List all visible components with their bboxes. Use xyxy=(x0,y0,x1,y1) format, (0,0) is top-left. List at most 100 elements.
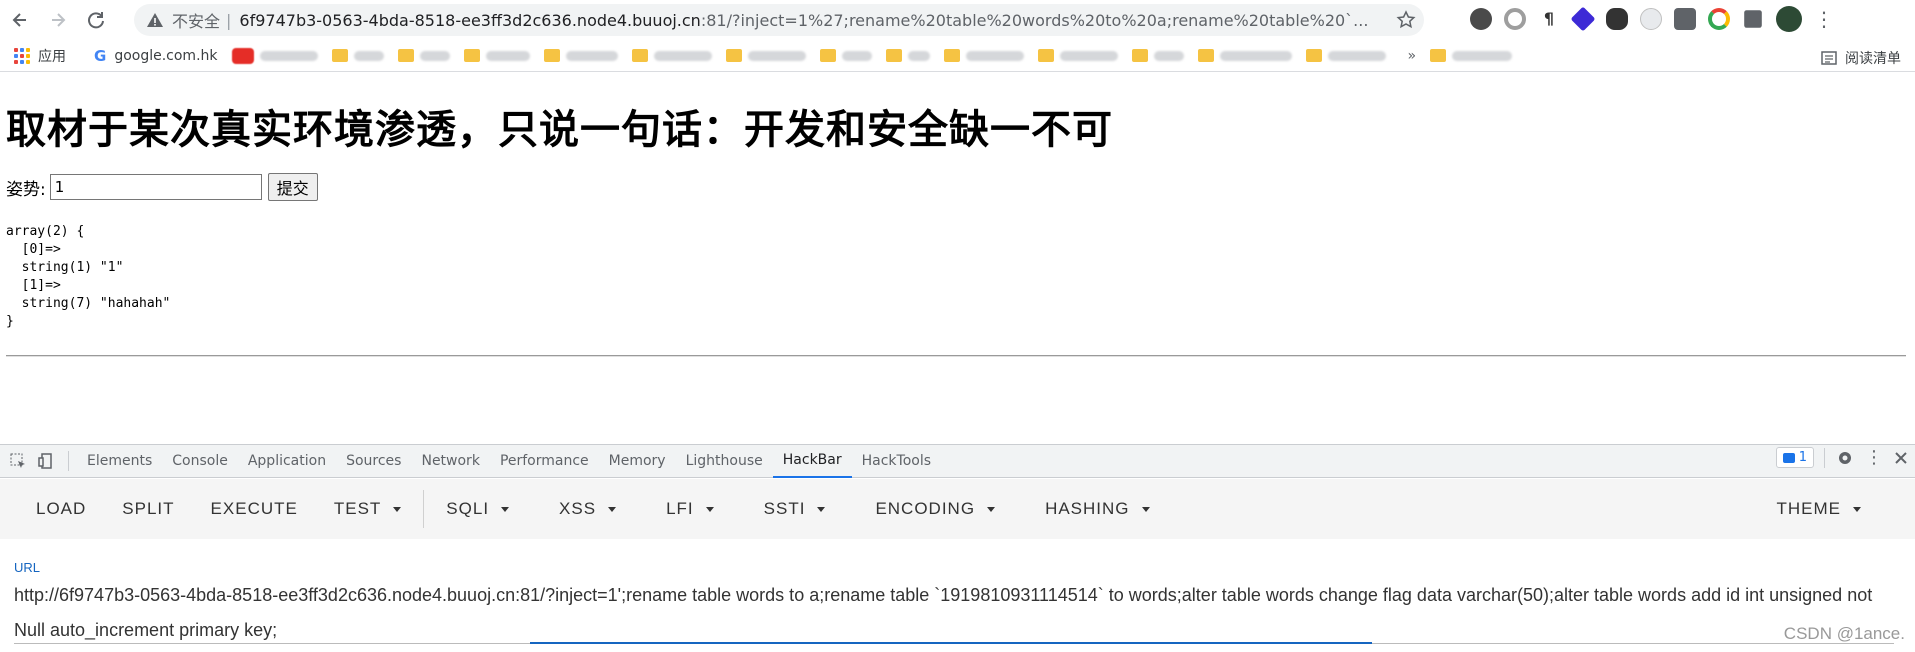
security-label[interactable]: 不安全 xyxy=(172,8,220,32)
blurred-label xyxy=(1153,50,1184,61)
url-path: :81/?inject=1%27;rename%20table%20words%… xyxy=(700,10,1369,30)
bookmark-folder[interactable] xyxy=(397,49,450,62)
lfi-dropdown[interactable]: LFI xyxy=(648,489,732,529)
xss-dropdown[interactable]: XSS xyxy=(541,489,634,529)
tab-memory[interactable]: Memory xyxy=(599,445,676,478)
caret-down-icon xyxy=(817,506,826,512)
bookmark-apps[interactable]: 应用 xyxy=(14,46,66,66)
sqli-dropdown[interactable]: SQLI xyxy=(428,489,527,529)
bookmark-folder[interactable] xyxy=(1037,49,1118,62)
split-button[interactable]: SPLIT xyxy=(104,489,192,529)
bookmark-folder-other[interactable] xyxy=(1430,49,1513,62)
blurred-label xyxy=(259,50,318,61)
tab-application[interactable]: Application xyxy=(238,445,336,478)
address-bar[interactable]: 不安全 | 6f9747b3-0563-4bda-8518-ee3ff3d2c6… xyxy=(134,4,1424,36)
bookmark-folder[interactable] xyxy=(885,49,930,62)
blurred-label xyxy=(1452,50,1513,61)
back-button[interactable] xyxy=(2,2,38,38)
extensions-puzzle-icon[interactable] xyxy=(1744,10,1762,28)
tab-performance[interactable]: Performance xyxy=(490,445,599,478)
bookmark-folder[interactable] xyxy=(1197,49,1292,62)
bookmark-folder[interactable] xyxy=(631,49,712,62)
theme-dropdown[interactable]: THEME xyxy=(1759,489,1880,529)
bookmark-folder[interactable] xyxy=(543,49,618,62)
tab-network[interactable]: Network xyxy=(411,445,489,478)
blurred-label xyxy=(1059,50,1118,61)
warning-triangle-icon xyxy=(147,13,163,27)
bookmark-blurred[interactable] xyxy=(231,47,318,64)
tab-hackbar[interactable]: HackBar xyxy=(772,445,852,478)
encoding-dropdown[interactable]: ENCODING xyxy=(857,489,1013,529)
folder-icon xyxy=(331,49,348,62)
device-toolbar-icon[interactable] xyxy=(32,447,60,475)
execute-label: EXECUTE xyxy=(210,499,298,518)
youtube-icon xyxy=(231,47,254,64)
tab-lighthouse[interactable]: Lighthouse xyxy=(676,445,773,478)
folder-icon xyxy=(397,49,414,62)
extension-window-icon[interactable] xyxy=(1674,8,1696,30)
bookmark-folder[interactable] xyxy=(463,49,530,62)
bookmark-folder[interactable] xyxy=(819,49,872,62)
bookmark-google[interactable]: G google.com.hk xyxy=(94,47,218,65)
form-label: 姿势: xyxy=(6,179,46,200)
reload-button[interactable] xyxy=(78,2,114,38)
browser-menu-icon[interactable]: ⋮ xyxy=(1814,9,1834,29)
blurred-label xyxy=(747,50,806,61)
divider xyxy=(423,490,425,528)
blurred-label xyxy=(1219,50,1292,61)
inject-form: 姿势: 提交 xyxy=(6,173,318,201)
folder-icon xyxy=(543,49,560,62)
bookmark-folder[interactable] xyxy=(1305,49,1386,62)
forward-button[interactable] xyxy=(40,2,76,38)
extension-hat-icon[interactable] xyxy=(1606,8,1628,30)
extension-paragraph-icon[interactable]: ¶ xyxy=(1538,8,1560,30)
close-devtools-icon[interactable] xyxy=(1893,450,1909,466)
extension-gear-icon[interactable] xyxy=(1470,8,1492,30)
inspect-element-icon[interactable] xyxy=(4,447,32,475)
reading-list-button[interactable]: 阅读清单 xyxy=(1821,48,1901,68)
reading-list-label: 阅读清单 xyxy=(1845,51,1901,67)
folder-icon xyxy=(1131,49,1148,62)
folder-icon xyxy=(463,49,480,62)
separator: | xyxy=(226,10,232,30)
settings-gear-icon[interactable] xyxy=(1835,448,1855,468)
inject-input[interactable] xyxy=(49,174,262,200)
blurred-label xyxy=(485,50,530,61)
execute-button[interactable]: EXECUTE xyxy=(193,489,316,529)
bookmark-folder[interactable] xyxy=(943,49,1024,62)
theme-label: THEME xyxy=(1776,499,1841,518)
xss-label: XSS xyxy=(559,499,597,518)
extension-ring-icon[interactable] xyxy=(1708,8,1730,30)
tab-console[interactable]: Console xyxy=(162,445,238,478)
blurred-label xyxy=(965,50,1024,61)
hashing-dropdown[interactable]: HASHING xyxy=(1027,489,1167,529)
blurred-label xyxy=(1327,50,1386,61)
load-button[interactable]: LOAD xyxy=(18,489,104,529)
profile-avatar[interactable] xyxy=(1776,6,1802,32)
submit-button[interactable]: 提交 xyxy=(267,173,318,201)
divider xyxy=(68,451,69,471)
test-dropdown[interactable]: TEST xyxy=(316,489,419,529)
extension-globe-icon[interactable] xyxy=(1640,8,1662,30)
web-page: 取材于某次真实环境渗透，只说一句话：开发和安全缺一不可 姿势: 提交 array… xyxy=(0,73,1915,443)
bookmark-folder[interactable] xyxy=(331,49,384,62)
extension-diamond-icon[interactable] xyxy=(1570,6,1596,32)
bookmark-folder[interactable] xyxy=(1131,49,1184,62)
bookmark-folder[interactable] xyxy=(725,49,806,62)
url-textarea[interactable]: http://6f9747b3-0563-4bda-8518-ee3ff3d2c… xyxy=(14,578,1894,648)
bookmark-star-icon[interactable] xyxy=(1396,10,1416,30)
tab-sources[interactable]: Sources xyxy=(336,445,411,478)
ssti-dropdown[interactable]: SSTI xyxy=(746,489,844,529)
issues-badge[interactable]: 1 xyxy=(1775,447,1814,468)
issues-count: 1 xyxy=(1798,450,1807,465)
tab-elements[interactable]: Elements xyxy=(77,445,162,478)
extension-circle-icon[interactable] xyxy=(1504,8,1526,30)
devtools-menu-icon[interactable]: ⋮ xyxy=(1865,447,1883,468)
more-bookmarks-chevron-icon[interactable]: » xyxy=(1408,48,1417,64)
tab-hacktools[interactable]: HackTools xyxy=(852,445,941,478)
browser-toolbar: 不安全 | 6f9747b3-0563-4bda-8518-ee3ff3d2c6… xyxy=(0,0,1915,40)
var-dump-output: array(2) { [0]=> string(1) "1" [1]=> str… xyxy=(6,224,171,329)
devtools-tabs: Elements Console Application Sources Network… xyxy=(77,445,941,478)
back-arrow-icon xyxy=(12,13,26,27)
caret-down-icon xyxy=(1853,506,1861,512)
